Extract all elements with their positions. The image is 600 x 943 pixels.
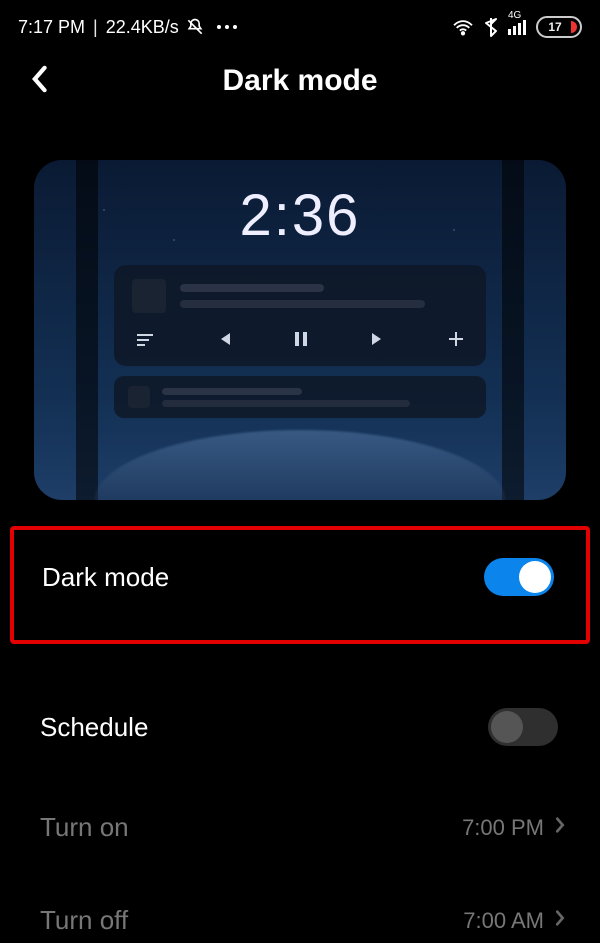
preview-text-line — [180, 284, 324, 292]
toggle-knob — [519, 561, 551, 593]
preview-notif-card — [114, 376, 486, 418]
preview-text-line — [180, 300, 425, 308]
schedule-toggle[interactable] — [488, 708, 558, 746]
page-title: Dark mode — [0, 64, 600, 98]
battery-percent: 17 — [548, 20, 561, 34]
more-icon — [217, 25, 237, 29]
dark-mode-preview: 2:36 — [34, 160, 566, 500]
preview-frame-right — [502, 160, 524, 500]
status-bar: 7:17 PM | 22.4KB/s 4G — [0, 0, 600, 46]
status-left: 7:17 PM | 22.4KB/s — [18, 17, 237, 38]
pause-icon — [294, 331, 308, 352]
next-track-icon — [370, 331, 386, 352]
status-net-speed: 22.4KB/s — [106, 17, 179, 38]
prev-track-icon — [216, 331, 232, 352]
preview-ground — [94, 430, 506, 500]
turn-off-row[interactable]: Turn off 7:00 AM — [0, 877, 600, 940]
turn-off-value: 7:00 AM — [463, 908, 544, 934]
preview-clock: 2:36 — [34, 182, 566, 249]
plus-icon — [448, 331, 464, 352]
mute-icon — [185, 17, 205, 37]
schedule-row[interactable]: Schedule — [0, 680, 600, 750]
preview-thumb — [128, 386, 150, 408]
chevron-right-icon — [554, 909, 566, 932]
network-label: 4G — [508, 10, 521, 21]
preview-text-line — [162, 388, 302, 395]
preview-media-card — [114, 265, 486, 366]
queue-icon — [136, 331, 154, 352]
signal-icon: 4G — [508, 20, 526, 35]
status-right: 4G 17 — [452, 16, 582, 38]
back-button[interactable] — [24, 64, 54, 94]
preview-thumb — [132, 279, 166, 313]
chevron-left-icon — [30, 65, 48, 93]
turn-on-label: Turn on — [40, 812, 129, 843]
dark-mode-row-highlight: Dark mode — [10, 526, 590, 644]
dark-mode-label: Dark mode — [42, 562, 169, 593]
preview-media-controls — [132, 331, 468, 352]
turn-off-label: Turn off — [40, 905, 128, 936]
preview-frame-left — [76, 160, 98, 500]
wifi-icon — [452, 18, 474, 36]
preview-text-line — [162, 400, 410, 407]
chevron-right-icon — [554, 816, 566, 839]
dark-mode-row[interactable]: Dark mode — [14, 530, 586, 600]
bluetooth-icon — [484, 17, 498, 37]
turn-on-value: 7:00 PM — [462, 815, 544, 841]
battery-icon: 17 — [536, 16, 582, 38]
toggle-knob — [491, 711, 523, 743]
schedule-label: Schedule — [40, 712, 148, 743]
status-time: 7:17 PM — [18, 17, 85, 38]
dark-mode-toggle[interactable] — [484, 558, 554, 596]
status-separator: | — [93, 17, 98, 38]
turn-on-row[interactable]: Turn on 7:00 PM — [0, 784, 600, 847]
header: Dark mode — [0, 46, 600, 120]
